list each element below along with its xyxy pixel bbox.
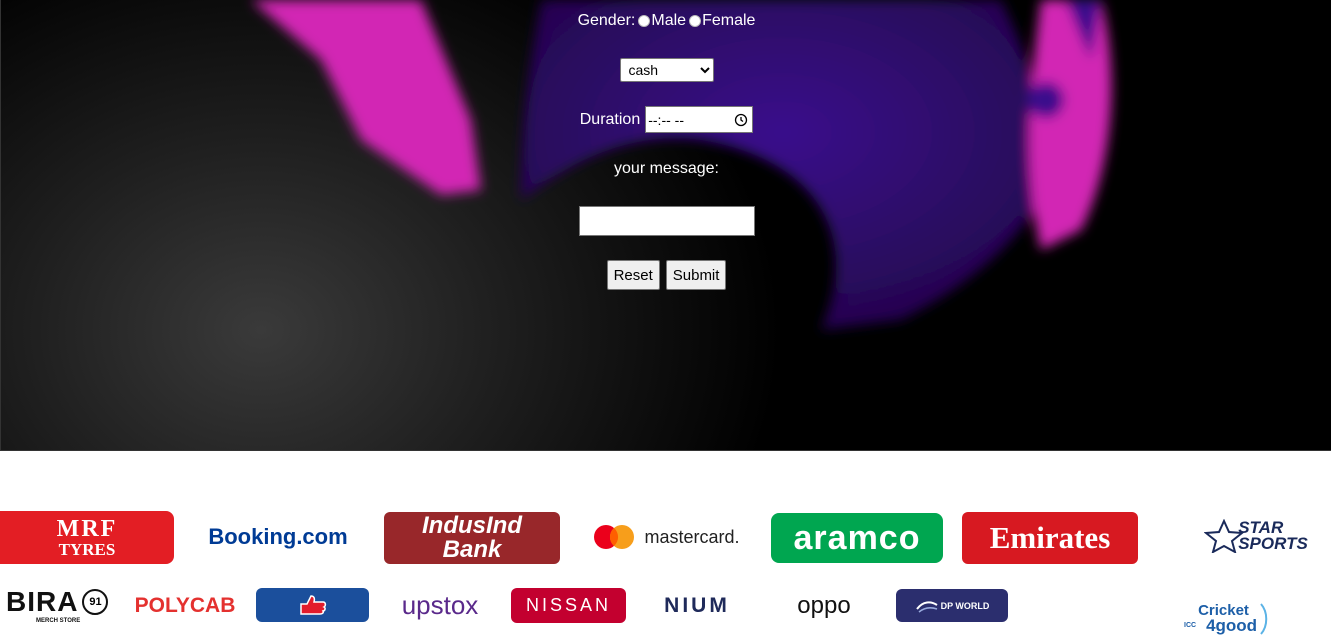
duration-row: Duration --:-- --	[1, 106, 1331, 133]
cricket-logo-bottom: 4good	[1206, 615, 1258, 635]
duration-time-input[interactable]: --:-- --	[645, 106, 754, 133]
gender-row: Gender: Male Female	[1, 12, 1331, 30]
indusind-logo-top: IndusInd	[422, 512, 522, 539]
oppo-logo[interactable]: oppo	[768, 590, 880, 622]
dp-world-logo[interactable]: DP WORLD	[896, 589, 1008, 622]
mrf-logo-bottom: TYRES	[58, 540, 116, 559]
registration-form: Gender: Male Female cash Duration --:-- …	[1, 0, 1331, 450]
cricket-4-good-logo[interactable]: ICC Cricket 4good	[1184, 600, 1278, 637]
indusind-bank-logo[interactable]: IndusInd Bank	[384, 512, 560, 564]
emirates-logo[interactable]: Emirates	[962, 512, 1138, 564]
gender-label: Gender:	[577, 12, 636, 29]
duration-label: Duration	[579, 110, 641, 128]
bira-badge: 91	[82, 589, 109, 615]
thumbs-up-icon	[299, 595, 326, 615]
message-label: your message:	[614, 160, 719, 177]
polycab-logo-text: POLYCAB	[134, 594, 236, 617]
message-input-row	[1, 206, 1331, 236]
mastercard-logo-text: mastercard.	[644, 526, 740, 547]
nissan-logo-text: NISSAN	[525, 595, 612, 615]
aramco-logo-text: aramco	[793, 518, 921, 557]
aramco-logo[interactable]: aramco	[771, 513, 943, 563]
upstox-logo-text: upstox	[401, 589, 479, 620]
clock-icon[interactable]	[734, 113, 748, 127]
bira-sub-text: MERCH STORE	[36, 618, 81, 624]
oppo-logo-text: oppo	[797, 592, 851, 619]
bira-logo-text: BIRA	[6, 586, 79, 617]
nium-logo[interactable]: NIUM	[640, 590, 754, 622]
booking-logo-text: Booking.com	[208, 524, 348, 549]
mrf-logo-top: MRF	[56, 516, 118, 542]
cricket-bracket-icon	[1260, 602, 1268, 635]
booking-logo[interactable]: Booking.com	[196, 520, 360, 554]
thums-up-logo[interactable]	[256, 588, 369, 622]
nium-logo-text: NIUM	[664, 594, 730, 617]
hero-banner: Gender: Male Female cash Duration --:-- …	[0, 0, 1331, 451]
emirates-logo-text: Emirates	[989, 520, 1111, 555]
nissan-logo[interactable]: NISSAN	[511, 588, 626, 623]
male-radio[interactable]	[638, 15, 651, 27]
message-input[interactable]	[578, 206, 755, 236]
upstox-logo[interactable]: upstox	[384, 588, 496, 622]
duration-time-value: --:-- --	[648, 111, 684, 128]
button-row: Reset Submit	[1, 260, 1331, 290]
payment-row: cash	[1, 58, 1331, 82]
bira91-logo[interactable]: BIRA 91 MERCH STORE	[0, 586, 112, 624]
female-option-label: Female	[702, 12, 756, 29]
dp-world-swoosh-icon	[915, 600, 938, 613]
mrf-tyres-logo[interactable]: MRF TYRES	[0, 511, 174, 564]
mastercard-circles-icon	[594, 525, 635, 549]
payment-select[interactable]: cash	[619, 58, 714, 82]
dp-world-logo-text: DP WORLD	[940, 600, 990, 611]
star-sports-logo[interactable]: STAR SPORTS	[1192, 516, 1320, 556]
indusind-logo-bottom: Bank	[442, 536, 502, 563]
reset-button[interactable]: Reset	[606, 260, 660, 290]
submit-button[interactable]: Submit	[665, 260, 727, 290]
male-option-label: Male	[651, 12, 687, 29]
cricket-icc-text: ICC	[1184, 622, 1197, 629]
star-logo-bottom: SPORTS	[1238, 534, 1308, 553]
female-radio[interactable]	[689, 15, 702, 27]
mastercard-logo[interactable]: mastercard.	[582, 520, 748, 554]
polycab-logo[interactable]: POLYCAB	[128, 592, 242, 620]
message-label-row: your message:	[1, 160, 1331, 178]
